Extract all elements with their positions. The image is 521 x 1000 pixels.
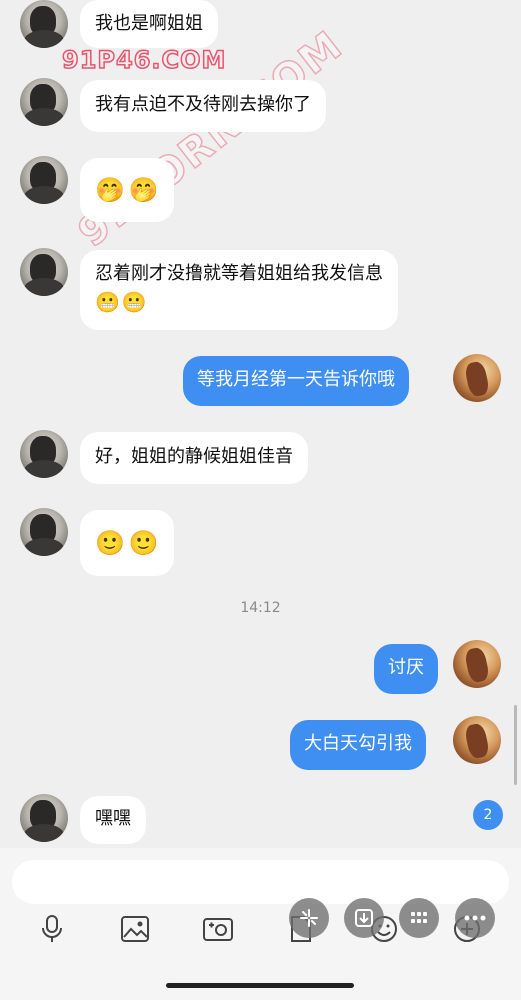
message-text: 等我月经第一天告诉你哦 [197,369,395,390]
message-bubble-incoming[interactable]: 🙂 🙂 [80,510,174,576]
emoji-icon: 😬 [95,290,120,314]
more-icon[interactable] [455,898,495,938]
contact-avatar[interactable] [20,0,68,48]
contact-avatar[interactable] [20,78,68,126]
emoji-icon: 🙂 [128,529,159,557]
emoji-icon: 🤭 [95,176,125,204]
emoji-icon: 🙂 [95,529,125,557]
microphone-icon[interactable] [35,912,69,946]
my-avatar[interactable] [453,354,501,402]
message-bubble-incoming[interactable]: 我有点迫不及待刚去操你了 [80,80,326,132]
message-text: 忍着刚才没撸就等着姐姐给我发信息 [95,263,383,284]
download-icon[interactable] [344,898,384,938]
message-bubble-incoming[interactable]: 嘿嘿 [80,796,146,844]
sparkle-icon[interactable] [289,898,329,938]
my-avatar[interactable] [453,716,501,764]
my-avatar[interactable] [453,640,501,688]
contact-avatar[interactable] [20,508,68,556]
message-timestamp: 14:12 [240,600,281,616]
message-bubble-incoming[interactable]: 好，姐姐的静候姐姐佳音 [80,432,308,484]
contact-avatar[interactable] [20,248,68,296]
message-text: 我有点迫不及待刚去操你了 [95,94,311,115]
emoji-icon: 😬 [121,290,147,314]
camera-icon[interactable] [201,912,235,946]
contact-avatar[interactable] [20,794,68,842]
emoji-group: 🤭 🤭 [95,175,159,205]
message-bubble-incoming[interactable]: 我也是啊姐姐 [80,0,218,48]
message-bubble-outgoing[interactable]: 大白天勾引我 [290,720,426,770]
image-icon[interactable] [118,912,152,946]
scrollbar-thumb[interactable] [514,705,517,785]
emoji-icon: 🤭 [128,176,159,204]
message-text: 好，姐姐的静候姐姐佳音 [95,446,293,467]
message-bubble-incoming[interactable]: 忍着刚才没撸就等着姐姐给我发信息 😬 😬 [80,250,398,330]
message-bubble-outgoing[interactable]: 讨厌 [374,644,438,694]
message-text: 讨厌 [388,657,424,678]
grid-icon[interactable] [399,898,439,938]
unread-count-badge[interactable]: 2 [473,800,503,830]
message-text: 大白天勾引我 [304,733,412,754]
message-text: 嘿嘿 [95,808,131,829]
watermark-top: 91P46.COM [61,45,227,75]
home-indicator[interactable] [166,983,354,988]
emoji-group: 😬 😬 [95,290,383,314]
message-bubble-incoming[interactable]: 🤭 🤭 [80,158,174,222]
contact-avatar[interactable] [20,156,68,204]
contact-avatar[interactable] [20,430,68,478]
emoji-group: 🙂 🙂 [95,528,159,558]
message-text: 我也是啊姐姐 [95,13,203,34]
message-input[interactable] [12,860,509,904]
message-bubble-outgoing[interactable]: 等我月经第一天告诉你哦 [183,356,409,406]
